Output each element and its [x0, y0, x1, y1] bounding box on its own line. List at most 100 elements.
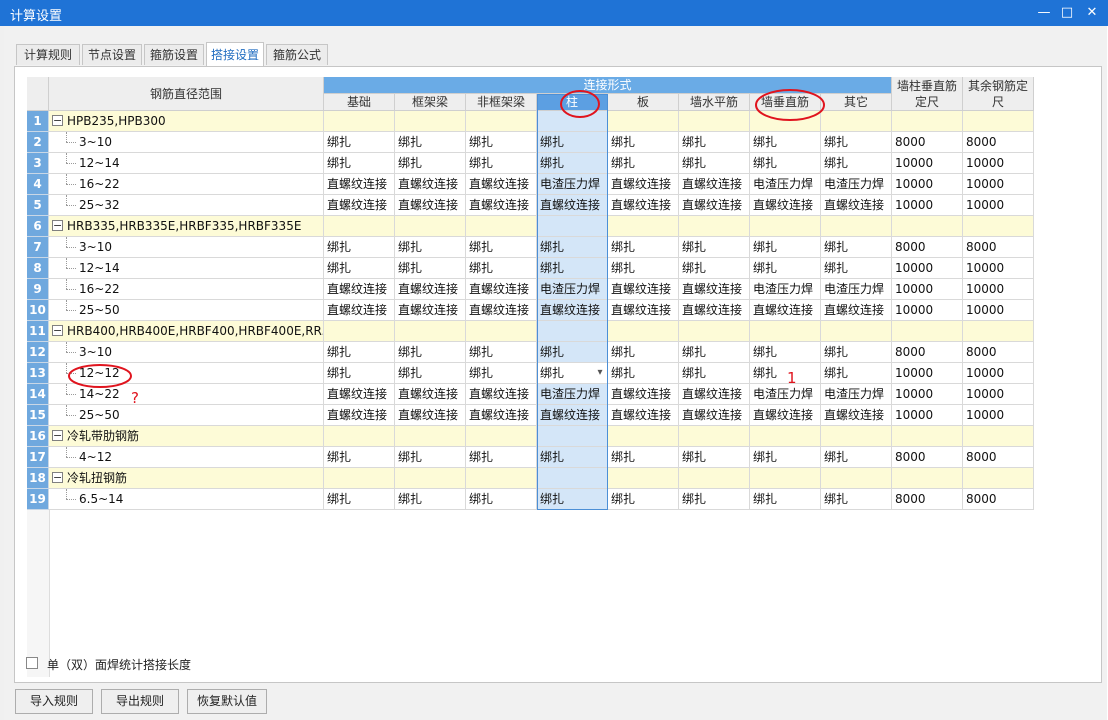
dropdown-arrow-icon[interactable]: ▾	[594, 363, 606, 383]
value-cell[interactable]: 绑扎	[395, 258, 466, 279]
value-cell[interactable]: 绑扎	[466, 153, 537, 174]
value-cell[interactable]: 直螺纹连接	[608, 195, 679, 216]
value-cell[interactable]: 直螺纹连接	[466, 279, 537, 300]
value-cell[interactable]: 直螺纹连接	[466, 405, 537, 426]
value-cell[interactable]: 直螺纹连接	[395, 384, 466, 405]
value-cell[interactable]: 绑扎	[821, 132, 892, 153]
value-cell[interactable]: 绑扎	[324, 258, 395, 279]
header-col-8[interactable]: 其它	[821, 94, 892, 111]
value-cell[interactable]: 直螺纹连接	[395, 195, 466, 216]
value-cell[interactable]: 直螺纹连接	[750, 300, 821, 321]
value-cell[interactable]: 10000	[892, 258, 963, 279]
value-cell[interactable]: 10000	[963, 153, 1034, 174]
value-cell[interactable]: 电渣压力焊	[750, 279, 821, 300]
value-cell[interactable]: 8000	[963, 237, 1034, 258]
value-cell[interactable]: 绑扎	[395, 342, 466, 363]
value-cell[interactable]: 绑扎	[679, 153, 750, 174]
value-cell[interactable]: 绑扎	[537, 342, 608, 363]
value-cell[interactable]: 绑扎	[821, 342, 892, 363]
tab-5[interactable]: 箍筋公式	[266, 44, 328, 65]
value-cell[interactable]: 8000	[892, 237, 963, 258]
group-row-label[interactable]: − HRB335,HRB335E,HRBF335,HRBF335E	[49, 216, 324, 237]
value-cell[interactable]: 直螺纹连接	[324, 195, 395, 216]
value-cell[interactable]: 10000	[892, 300, 963, 321]
value-cell[interactable]: 绑扎	[750, 258, 821, 279]
value-cell[interactable]: 8000	[963, 342, 1034, 363]
value-cell[interactable]: 直螺纹连接	[466, 195, 537, 216]
minimize-button[interactable]: —	[1032, 2, 1056, 24]
group-row-label[interactable]: − 冷轧扭钢筋	[49, 468, 324, 489]
value-cell[interactable]: 绑扎	[537, 447, 608, 468]
value-cell[interactable]: 绑扎	[466, 342, 537, 363]
value-cell[interactable]: 8000	[963, 132, 1034, 153]
value-cell[interactable]: 直螺纹连接	[466, 174, 537, 195]
value-cell[interactable]: 直螺纹连接	[608, 405, 679, 426]
weld-length-checkbox[interactable]	[26, 657, 38, 669]
value-cell[interactable]: 直螺纹连接	[395, 279, 466, 300]
value-cell[interactable]: 10000	[892, 195, 963, 216]
value-cell[interactable]: 10000	[963, 405, 1034, 426]
export-rules-button[interactable]: 导出规则	[101, 689, 179, 714]
value-cell[interactable]: 绑扎	[608, 237, 679, 258]
value-cell[interactable]: 电渣压力焊	[750, 384, 821, 405]
value-cell[interactable]: 直螺纹连接	[466, 384, 537, 405]
value-cell[interactable]: 绑扎	[395, 237, 466, 258]
value-cell[interactable]: 绑扎	[821, 447, 892, 468]
value-cell[interactable]: 绑扎	[608, 153, 679, 174]
value-cell[interactable]: 直螺纹连接	[679, 195, 750, 216]
value-cell[interactable]: 直螺纹连接	[679, 405, 750, 426]
value-cell[interactable]: 电渣压力焊	[821, 279, 892, 300]
value-cell[interactable]: 直螺纹连接	[324, 174, 395, 195]
value-cell[interactable]: 直螺纹连接	[324, 279, 395, 300]
value-cell[interactable]: 绑扎	[395, 447, 466, 468]
value-cell[interactable]: 直螺纹连接	[679, 384, 750, 405]
value-cell[interactable]: 绑扎	[466, 237, 537, 258]
value-cell[interactable]: 10000	[963, 279, 1034, 300]
value-cell[interactable]: 直螺纹连接	[608, 384, 679, 405]
value-cell[interactable]: 直螺纹连接	[537, 195, 608, 216]
value-cell[interactable]: 直螺纹连接	[537, 300, 608, 321]
value-cell[interactable]: 绑扎	[750, 363, 821, 384]
value-cell[interactable]: 电渣压力焊	[537, 384, 608, 405]
value-cell[interactable]: 绑扎	[537, 132, 608, 153]
value-cell[interactable]: 绑扎	[750, 153, 821, 174]
value-cell[interactable]: 绑扎	[324, 489, 395, 510]
value-cell[interactable]: 绑扎	[821, 363, 892, 384]
value-cell[interactable]: 绑扎	[679, 258, 750, 279]
value-cell[interactable]: 8000	[892, 489, 963, 510]
value-cell[interactable]: 绑扎	[821, 489, 892, 510]
value-cell[interactable]: 绑扎	[608, 363, 679, 384]
value-cell[interactable]: 10000	[892, 405, 963, 426]
value-cell[interactable]: 绑扎	[537, 237, 608, 258]
value-cell[interactable]: 10000	[892, 279, 963, 300]
header-col-2[interactable]: 框架梁	[395, 94, 466, 111]
value-cell[interactable]: 直螺纹连接	[679, 174, 750, 195]
group-row-label[interactable]: − HRB400,HRB400E,HRBF400,HRBF400E,RR...	[49, 321, 324, 342]
header-col-6[interactable]: 墙水平筋	[679, 94, 750, 111]
value-cell[interactable]: 直螺纹连接	[821, 195, 892, 216]
value-cell[interactable]: 绑扎	[537, 153, 608, 174]
tab-2[interactable]: 节点设置	[82, 44, 142, 65]
value-cell[interactable]: 直螺纹连接	[750, 195, 821, 216]
value-cell[interactable]: 绑扎	[537, 489, 608, 510]
value-cell[interactable]: 绑扎	[750, 237, 821, 258]
header-col-7[interactable]: 墙垂直筋	[750, 94, 821, 111]
value-cell[interactable]: 绑扎	[395, 153, 466, 174]
header-col-1[interactable]: 基础	[324, 94, 395, 111]
value-cell[interactable]: 直螺纹连接	[608, 279, 679, 300]
value-cell[interactable]: 绑扎	[466, 447, 537, 468]
value-cell[interactable]: 10000	[963, 195, 1034, 216]
value-cell[interactable]: 直螺纹连接	[750, 405, 821, 426]
value-cell[interactable]: 直螺纹连接	[679, 279, 750, 300]
value-cell[interactable]: 绑扎	[750, 447, 821, 468]
header-col-3[interactable]: 非框架梁	[466, 94, 537, 111]
value-cell[interactable]: 10000	[963, 300, 1034, 321]
collapse-toggle-icon[interactable]: −	[52, 430, 63, 441]
value-cell[interactable]: 电渣压力焊	[821, 174, 892, 195]
value-cell[interactable]: 电渣压力焊	[750, 174, 821, 195]
value-cell[interactable]: 绑扎	[679, 363, 750, 384]
value-cell[interactable]: 8000	[892, 132, 963, 153]
value-cell[interactable]: 10000	[963, 258, 1034, 279]
value-cell[interactable]: 绑扎	[395, 363, 466, 384]
value-cell[interactable]: 绑扎	[608, 489, 679, 510]
